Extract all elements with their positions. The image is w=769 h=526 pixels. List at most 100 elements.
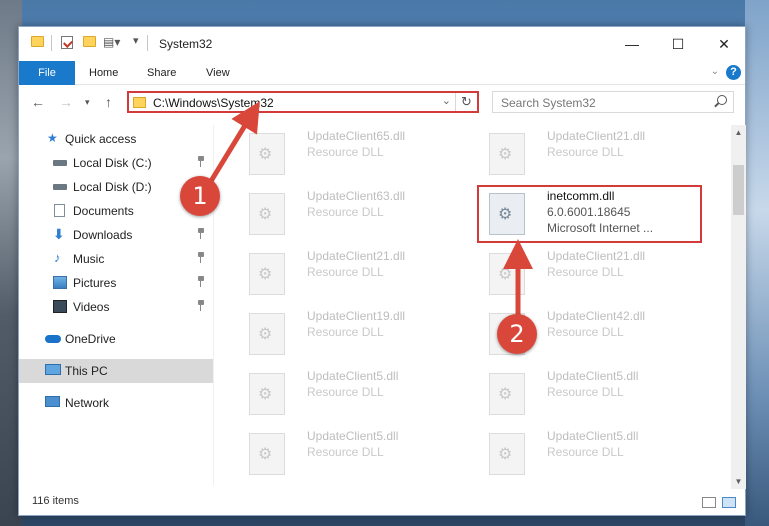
dll-file-icon <box>249 133 285 175</box>
quick-access-dropdown-icon[interactable]: ▾ <box>133 34 139 47</box>
file-name: UpdateClient5.dll <box>307 369 399 383</box>
sidebar-item-label: Quick access <box>65 132 137 146</box>
sidebar-item-videos[interactable]: Videos <box>19 295 213 319</box>
sidebar-item-music[interactable]: ♪ Music <box>19 247 213 271</box>
file-name: UpdateClient5.dll <box>307 429 399 443</box>
computer-icon <box>45 364 61 375</box>
dll-file-icon <box>249 373 285 415</box>
dll-file-icon <box>489 373 525 415</box>
forward-arrow-icon[interactable]: → <box>59 94 73 110</box>
list-item[interactable]: UpdateClient65.dll Resource DLL <box>241 125 476 181</box>
pictures-icon <box>53 276 67 289</box>
file-description: Resource DLL <box>307 145 384 159</box>
sidebar-item-quick-access[interactable]: ★ Quick access <box>19 127 213 151</box>
sidebar-item-label: Local Disk (C:) <box>73 156 152 170</box>
cloud-icon <box>45 335 61 343</box>
list-item[interactable]: UpdateClient63.dll Resource DLL <box>241 185 476 241</box>
pin-icon[interactable] <box>197 252 205 263</box>
up-arrow-icon[interactable]: ↑ <box>105 94 112 110</box>
sidebar-item-this-pc[interactable]: This PC <box>19 359 213 383</box>
scroll-down-icon[interactable]: ▼ <box>731 474 746 489</box>
minimize-button[interactable]: — <box>609 27 655 61</box>
customize-toolbar-icon[interactable]: ▤▾ <box>103 35 120 49</box>
search-input[interactable]: Search System32 <box>492 91 734 113</box>
close-button[interactable]: ✕ <box>701 27 747 61</box>
file-name: UpdateClient5.dll <box>547 369 639 383</box>
expand-ribbon-icon[interactable]: ⌄ <box>711 66 719 77</box>
new-folder-icon[interactable] <box>83 36 96 47</box>
file-name: UpdateClient21.dll <box>547 129 646 143</box>
file-description: Resource DLL <box>547 385 624 399</box>
scroll-thumb[interactable] <box>733 165 744 215</box>
highlight-box <box>477 185 702 243</box>
search-icon[interactable] <box>717 95 727 105</box>
drive-icon <box>53 184 67 190</box>
divider <box>147 35 148 51</box>
sidebar-item-label: Documents <box>73 204 134 218</box>
list-item[interactable]: UpdateClient21.dll Resource DLL <box>241 245 476 301</box>
recent-locations-icon[interactable]: ▾ <box>85 97 90 108</box>
file-description: Resource DLL <box>307 265 384 279</box>
file-description: Resource DLL <box>307 385 384 399</box>
title-bar: ▤▾ ▾ System32 — ☐ ✕ <box>19 27 745 61</box>
file-name: UpdateClient63.dll <box>307 189 406 203</box>
chevron-down-icon[interactable]: ⌄ <box>442 94 451 107</box>
pin-icon[interactable] <box>197 276 205 287</box>
tab-share[interactable]: Share <box>133 61 190 85</box>
list-item[interactable]: UpdateClient5.dll Resource DLL <box>241 365 476 421</box>
file-description: Resource DLL <box>547 145 624 159</box>
file-description: Resource DLL <box>307 445 384 459</box>
vertical-scrollbar[interactable]: ▲ ▼ <box>731 125 746 489</box>
sidebar-item-label: Downloads <box>73 228 133 242</box>
list-item[interactable]: UpdateClient21.dll Resource DLL <box>481 125 716 181</box>
sidebar-item-onedrive[interactable]: OneDrive <box>19 327 213 351</box>
sidebar-item-label: OneDrive <box>65 332 116 346</box>
dll-file-icon <box>249 313 285 355</box>
pin-icon[interactable] <box>197 300 205 311</box>
file-name: UpdateClient65.dll <box>307 129 406 143</box>
details-view-icon[interactable] <box>702 497 716 508</box>
help-icon[interactable]: ? <box>726 65 741 80</box>
drive-icon <box>53 160 67 166</box>
sidebar-item-local-disk-c[interactable]: Local Disk (C:) <box>19 151 213 175</box>
list-item[interactable]: UpdateClient19.dll Resource DLL <box>241 305 476 361</box>
pin-icon[interactable] <box>197 228 205 239</box>
tab-home[interactable]: Home <box>75 61 132 85</box>
sidebar-item-downloads[interactable]: ⬇ Downloads <box>19 223 213 247</box>
item-count: 116 items <box>32 495 79 507</box>
folder-icon <box>31 36 44 47</box>
file-name: UpdateClient21.dll <box>307 249 406 263</box>
address-path[interactable]: C:\Windows\System32 <box>153 96 274 110</box>
list-item[interactable]: UpdateClient21.dll Resource DLL <box>481 245 716 301</box>
back-arrow-icon[interactable]: ← <box>31 94 45 110</box>
sidebar-item-pictures[interactable]: Pictures <box>19 271 213 295</box>
list-item[interactable]: UpdateClient5.dll Resource DLL <box>241 425 476 481</box>
scroll-up-icon[interactable]: ▲ <box>731 125 746 140</box>
maximize-button[interactable]: ☐ <box>655 27 701 61</box>
pin-icon[interactable] <box>197 156 205 167</box>
videos-icon <box>53 300 67 313</box>
refresh-icon[interactable]: ↻ <box>455 93 477 111</box>
status-bar: 116 items <box>19 491 745 515</box>
file-description: Resource DLL <box>547 325 624 339</box>
file-explorer-window: ▤▾ ▾ System32 — ☐ ✕ File Home Share View… <box>18 26 746 516</box>
window-title: System32 <box>159 37 213 51</box>
file-name: UpdateClient42.dll <box>547 309 646 323</box>
sidebar-item-label: Network <box>65 396 110 410</box>
large-icons-view-icon[interactable] <box>722 497 736 508</box>
sidebar-item-label: Videos <box>73 300 110 314</box>
tab-file[interactable]: File <box>19 61 75 85</box>
desktop-background-right <box>745 0 769 526</box>
dll-file-icon <box>489 133 525 175</box>
search-placeholder: Search System32 <box>501 96 596 110</box>
list-item[interactable]: UpdateClient5.dll Resource DLL <box>481 365 716 421</box>
file-description: Resource DLL <box>547 445 624 459</box>
properties-icon[interactable] <box>61 36 73 49</box>
file-list: UpdateClient65.dll Resource DLL UpdateCl… <box>219 125 731 487</box>
download-icon: ⬇ <box>53 226 65 242</box>
address-bar[interactable]: C:\Windows\System32 ⌄ ↻ <box>127 91 479 113</box>
list-item[interactable]: UpdateClient5.dll Resource DLL <box>481 425 716 481</box>
sidebar-item-network[interactable]: Network <box>19 391 213 415</box>
tab-view[interactable]: View <box>192 61 244 85</box>
divider <box>51 35 52 51</box>
